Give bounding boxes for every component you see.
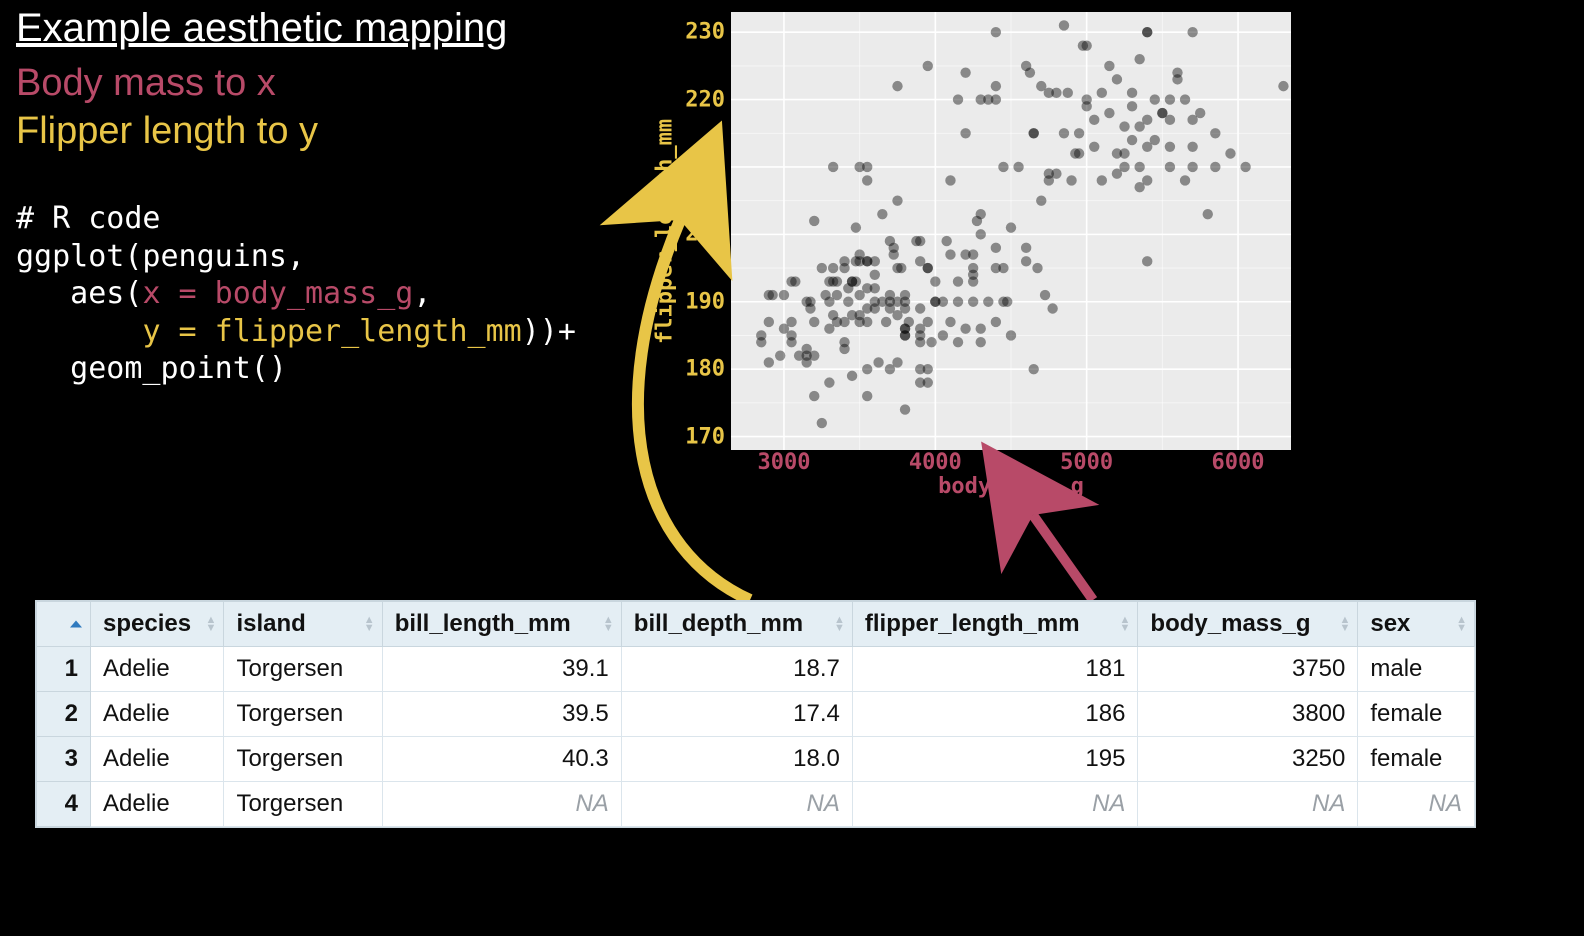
chart-x-axis-label: body_mass_g: [731, 474, 1291, 500]
scatter-chart: flipper_length_mm 170180190200210220230 …: [651, 12, 1291, 500]
code-indent: [16, 314, 142, 349]
subtitle-x-mapping: Body mass to x: [16, 62, 276, 105]
x-tick-label: 6000: [1212, 450, 1265, 475]
y-tick-label: 220: [685, 87, 725, 112]
table-cell: male: [1358, 647, 1475, 692]
table-cell: 3250: [1138, 737, 1358, 782]
table-row: 2AdelieTorgersen39.517.41863800female: [37, 692, 1475, 737]
data-table: species▲ ▼island▲ ▼bill_length_mm▲ ▼bill…: [35, 600, 1476, 828]
code-indent: aes(: [16, 276, 142, 311]
table-cell: NA: [1358, 782, 1475, 827]
table-cell: 18.0: [621, 737, 852, 782]
code-aes-y: y = flipper_length_mm: [142, 314, 521, 349]
table-cell: female: [1358, 737, 1475, 782]
y-tick-label: 190: [685, 289, 725, 314]
table-cell: Torgersen: [224, 692, 382, 737]
chart-y-ticks: 170 180 190 200 210 220 230: [681, 12, 729, 450]
y-tick-label: 200: [685, 222, 725, 247]
chart-y-axis-label: flipper_length_mm: [651, 12, 679, 450]
chart-x-ticks: 3000 4000 5000 6000: [731, 450, 1291, 474]
table-cell: Adelie: [91, 647, 224, 692]
x-tick-label: 3000: [757, 450, 810, 475]
code-aes-x: x = body_mass_g: [142, 276, 413, 311]
row-number: 3: [37, 737, 91, 782]
table-cell: NA: [382, 782, 621, 827]
row-number: 1: [37, 647, 91, 692]
table-header-species[interactable]: species▲ ▼: [91, 602, 224, 647]
row-number: 2: [37, 692, 91, 737]
table-cell: Torgersen: [224, 647, 382, 692]
y-tick-label: 230: [685, 20, 725, 45]
table-header-bill_length_mm[interactable]: bill_length_mm▲ ▼: [382, 602, 621, 647]
table-header-flipper_length_mm[interactable]: flipper_length_mm▲ ▼: [852, 602, 1138, 647]
table-row: 4AdelieTorgersenNANANANANA: [37, 782, 1475, 827]
table-header-sex[interactable]: sex▲ ▼: [1358, 602, 1475, 647]
x-tick-label: 5000: [1060, 450, 1113, 475]
table-cell: Adelie: [91, 692, 224, 737]
table-header-bill_depth_mm[interactable]: bill_depth_mm▲ ▼: [621, 602, 852, 647]
subtitle-y-mapping: Flipper length to y: [16, 110, 318, 153]
table-cell: NA: [1138, 782, 1358, 827]
table-cell: 17.4: [621, 692, 852, 737]
table-cell: 39.5: [382, 692, 621, 737]
y-tick-label: 180: [685, 357, 725, 382]
table-cell: NA: [621, 782, 852, 827]
table-cell: 39.1: [382, 647, 621, 692]
row-number: 4: [37, 782, 91, 827]
y-tick-label: 170: [685, 424, 725, 449]
table-cell: 181: [852, 647, 1138, 692]
table-header-rownum[interactable]: [37, 602, 91, 647]
table-cell: Torgersen: [224, 782, 382, 827]
r-code-block: # R code ggplot(penguins, aes(x = body_m…: [16, 200, 576, 388]
table-cell: Adelie: [91, 737, 224, 782]
table-header-island[interactable]: island▲ ▼: [224, 602, 382, 647]
y-tick-label: 210: [685, 154, 725, 179]
x-tick-label: 4000: [909, 450, 962, 475]
code-line: # R code: [16, 201, 161, 236]
table-row: 1AdelieTorgersen39.118.71813750male: [37, 647, 1475, 692]
code-punct: ))+: [522, 314, 576, 349]
table-cell: 195: [852, 737, 1138, 782]
code-line: geom_point(): [16, 351, 287, 386]
table-header-body_mass_g[interactable]: body_mass_g▲ ▼: [1138, 602, 1358, 647]
table-cell: 3800: [1138, 692, 1358, 737]
table-cell: Adelie: [91, 782, 224, 827]
table-cell: 186: [852, 692, 1138, 737]
table-cell: 3750: [1138, 647, 1358, 692]
chart-points: [731, 12, 1291, 450]
table-row: 3AdelieTorgersen40.318.01953250female: [37, 737, 1475, 782]
code-line: ggplot(penguins,: [16, 239, 305, 274]
table-cell: female: [1358, 692, 1475, 737]
page-title: Example aesthetic mapping: [16, 6, 507, 51]
table-cell: Torgersen: [224, 737, 382, 782]
table-cell: NA: [852, 782, 1138, 827]
table-cell: 18.7: [621, 647, 852, 692]
chart-plot-panel: [731, 12, 1291, 450]
code-punct: ,: [413, 276, 431, 311]
table-cell: 40.3: [382, 737, 621, 782]
